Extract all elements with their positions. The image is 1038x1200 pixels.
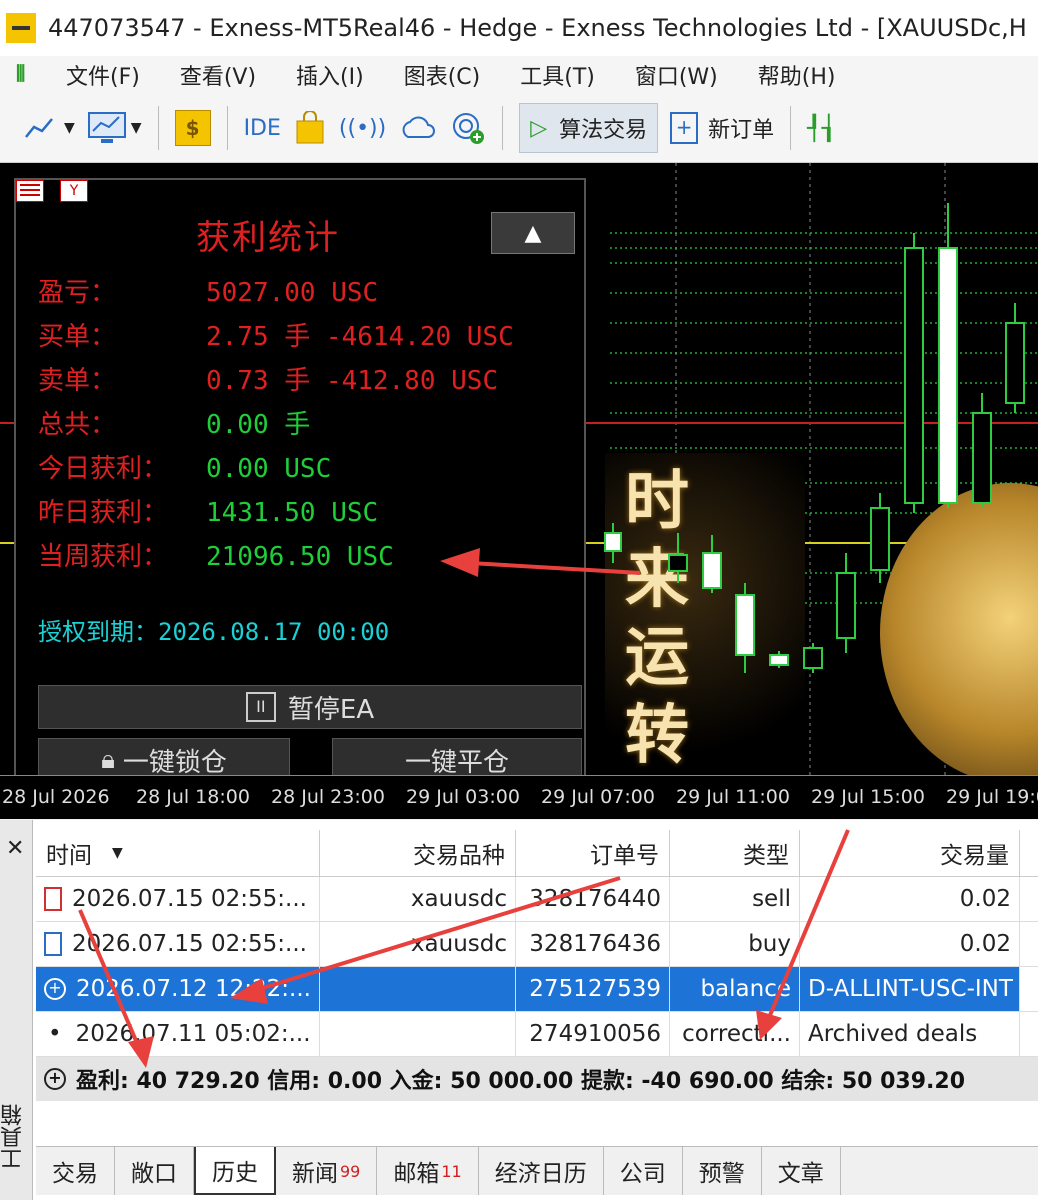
depth-button[interactable]: ┦┧	[807, 104, 836, 152]
dollar-button[interactable]: $	[174, 104, 211, 152]
arrow-annotation	[440, 548, 641, 577]
signal-icon: ((•))	[338, 115, 387, 141]
tab-articles[interactable]: 文章	[762, 1147, 841, 1195]
dollar-icon: $	[174, 110, 211, 146]
tab-label: 交易	[52, 1161, 98, 1187]
ide-button[interactable]: IDE	[244, 104, 281, 152]
window-title: 447073547 - Exness-MT5Real46 - Hedge - E…	[48, 14, 1027, 42]
chart-type-button[interactable]: ▼	[24, 104, 75, 152]
menu-window[interactable]: 窗口(W)	[635, 59, 718, 91]
candles-icon: ┦┧	[807, 114, 837, 142]
chevron-down-icon: ▼	[64, 120, 75, 136]
tab-company[interactable]: 公司	[604, 1147, 683, 1195]
axis-tick: 29 Jul 07:00	[541, 786, 655, 808]
tab-label: 预警	[698, 1161, 745, 1187]
cloud-icon	[402, 116, 436, 138]
tab-badge: 11	[441, 1161, 462, 1181]
tab-calendar[interactable]: 经济日历	[479, 1147, 604, 1195]
menu-view[interactable]: 查看(V)	[180, 59, 256, 91]
chart-window[interactable]: 时 来 运 转 Y 获利统计 ▲ 盈亏： 5027.00 USC 买单： 2.7…	[0, 163, 1038, 819]
menu-insert[interactable]: 插入(I)	[296, 59, 364, 91]
toolbar: ▼ ▼ $ IDE ((•)) ▷ 算法交易 + 新订单 ┦┧	[0, 94, 1038, 163]
menu-help[interactable]: 帮助(H)	[758, 59, 836, 91]
menu-file[interactable]: 文件(F)	[66, 59, 140, 91]
tab-alerts[interactable]: 预警	[683, 1147, 762, 1195]
tab-label: 经济日历	[494, 1161, 587, 1187]
line-chart-icon	[25, 118, 53, 138]
axis-tick: 29 Jul 19:0	[946, 786, 1038, 808]
play-icon: ▷	[530, 115, 548, 141]
chevron-down-icon: ▼	[130, 120, 142, 136]
tab-badge: 99	[340, 1161, 361, 1181]
tab-mailbox[interactable]: 邮箱 11	[377, 1147, 479, 1195]
indicators-button[interactable]: ▼	[87, 104, 142, 152]
tab-history[interactable]: 历史	[194, 1147, 276, 1195]
tab-label: 公司	[619, 1161, 666, 1187]
vps-button[interactable]	[398, 104, 438, 152]
algo-trading-button[interactable]: ▷ 算法交易	[519, 103, 659, 153]
web-button[interactable]	[450, 104, 486, 152]
arrow-annotation-bottom	[78, 829, 850, 1068]
new-order-button[interactable]: + 新订单	[670, 104, 774, 152]
tab-label: 文章	[777, 1161, 824, 1187]
new-order-label: 新订单	[708, 118, 775, 143]
tab-label: 新闻	[292, 1161, 338, 1187]
tab-label: 历史	[212, 1160, 258, 1186]
menu-tools[interactable]: 工具(T)	[520, 59, 595, 91]
axis-tick: 28 Jul 23:00	[271, 786, 385, 808]
title-bar: 447073547 - Exness-MT5Real46 - Hedge - E…	[0, 0, 1038, 57]
tab-label: 邮箱	[393, 1161, 440, 1187]
globe-add-icon	[453, 113, 485, 144]
axis-tick: 29 Jul 03:00	[406, 786, 520, 808]
time-axis: 28 Jul 2026 28 Jul 18:00 28 Jul 23:00 29…	[0, 775, 1038, 819]
menu-bar: ⫴ 文件(F) 查看(V) 插入(I) 图表(C) 工具(T) 窗口(W) 帮助…	[0, 56, 1038, 94]
mt5-menu-icon[interactable]: ⫴	[16, 63, 40, 87]
axis-tick: 29 Jul 15:00	[811, 786, 925, 808]
axis-tick: 28 Jul 18:00	[136, 786, 250, 808]
signals-button[interactable]: ((•))	[339, 104, 386, 152]
tab-label: 敞口	[131, 1161, 177, 1187]
algo-trading-label: 算法交易	[559, 118, 648, 143]
tab-news[interactable]: 新闻 99	[276, 1147, 378, 1195]
tab-trade[interactable]: 交易	[36, 1147, 115, 1195]
toolbox-panel: ✕ 工具箱 时间 ▼ 交易品种 订单号 类型 交易量 2026.07.15 02…	[0, 820, 1038, 1200]
toolbox-tabs: 交易 敞口 历史 新闻 99 邮箱 11 经济日历 公司 预警 文章	[36, 1146, 1038, 1195]
market-button[interactable]	[293, 104, 327, 152]
app-logo-icon	[6, 13, 36, 43]
axis-tick: 29 Jul 11:00	[676, 786, 790, 808]
shopping-bag-icon	[296, 111, 324, 144]
axis-tick: 28 Jul 2026	[2, 786, 110, 808]
tab-exposure[interactable]: 敞口	[115, 1147, 194, 1195]
new-order-icon: +	[670, 112, 699, 144]
menu-charts[interactable]: 图表(C)	[404, 59, 481, 91]
monitor-chart-icon	[87, 112, 126, 143]
